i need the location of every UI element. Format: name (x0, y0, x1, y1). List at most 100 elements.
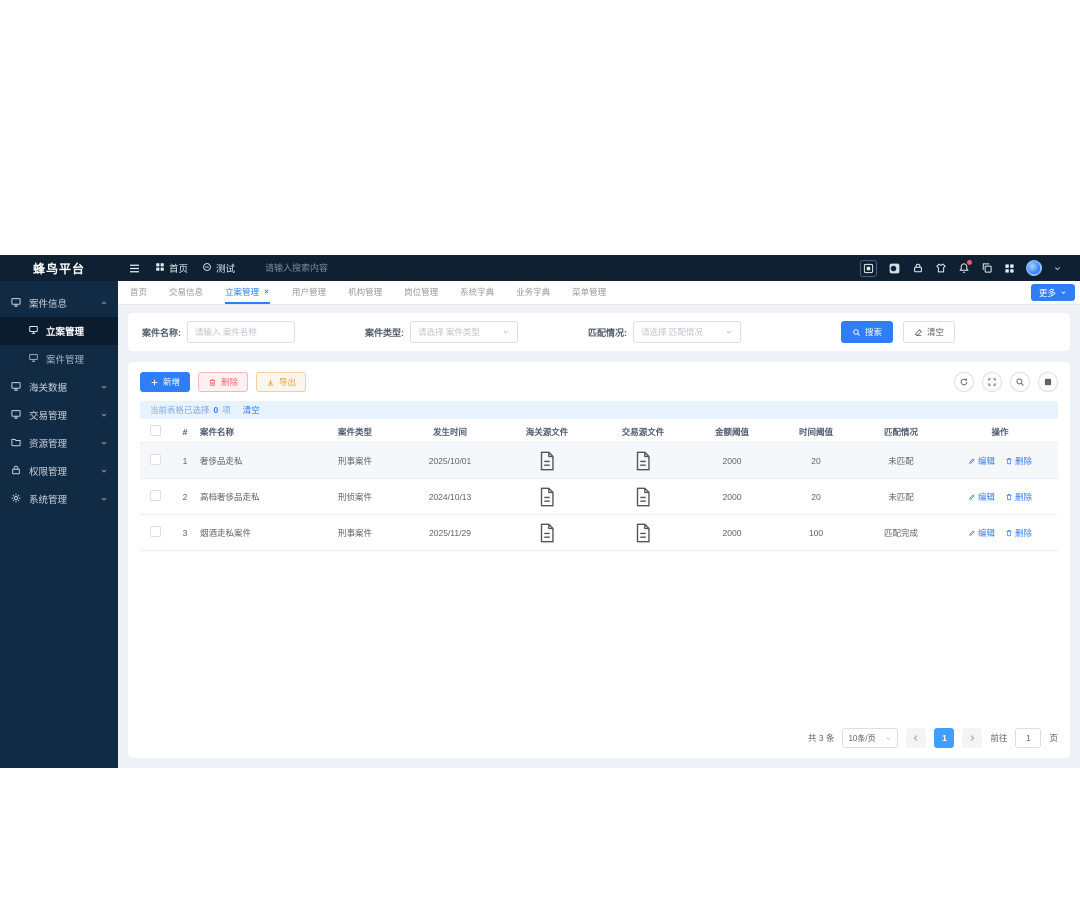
lock-icon[interactable] (912, 262, 924, 274)
customs-file-icon[interactable] (498, 522, 596, 544)
screenshot-canvas: 蜂鸟平台 首页 测试 请输入搜索内容 案件信息 立案管理 案件管理 海关数据 交… (0, 0, 1080, 919)
search-button[interactable]: 搜索 (841, 321, 894, 343)
sidebar-item-label: 系统管理 (29, 495, 68, 506)
customs-file-icon[interactable] (498, 486, 596, 508)
skin-icon[interactable] (935, 262, 947, 274)
sidebar-item-case-info[interactable]: 案件信息 (0, 289, 118, 317)
sidebar-item-label: 案件信息 (29, 299, 68, 310)
delete-link[interactable]: 删除 (1005, 455, 1032, 467)
sidebar-item-filing-management[interactable]: 立案管理 (0, 317, 118, 345)
nav-item-test[interactable]: 测试 (202, 261, 235, 275)
tab-org-management[interactable]: 机构管理 (348, 281, 382, 304)
tabs-more-button[interactable]: 更多 (1030, 284, 1075, 301)
case-name-input[interactable] (195, 327, 287, 337)
tab-home[interactable]: 首页 (130, 281, 147, 304)
close-icon[interactable] (263, 287, 270, 297)
case-name-cell: 高档奢侈品走私 (200, 491, 260, 502)
selection-clear-link[interactable]: 清空 (243, 404, 260, 416)
trade-file-icon[interactable] (596, 486, 690, 508)
sidebar-item-transaction-management[interactable]: 交易管理 (0, 401, 118, 429)
add-button[interactable]: 新增 (140, 372, 191, 392)
match-status-select[interactable]: 请选择 匹配情况 (633, 321, 741, 343)
nav-item-home[interactable]: 首页 (155, 261, 188, 275)
chevron-down-icon[interactable] (1053, 264, 1062, 273)
goto-unit: 页 (1049, 733, 1058, 743)
tab-user-management[interactable]: 用户管理 (292, 281, 326, 304)
trade-file-icon[interactable] (596, 450, 690, 472)
sidebar-item-case-management[interactable]: 案件管理 (0, 345, 118, 373)
fullscreen-icon[interactable] (860, 259, 877, 277)
tab-business-dict[interactable]: 业务字典 (516, 281, 550, 304)
case-type-select[interactable]: 请选择 案件类型 (410, 321, 518, 343)
sidebar-item-resource-management[interactable]: 资源管理 (0, 429, 118, 457)
search-icon[interactable] (1010, 372, 1030, 392)
filter-panel: 案件名称: 案件类型: 请选择 案件类型 匹配情况: 请选择 匹配情况 (128, 313, 1070, 351)
delete-button[interactable]: 删除 (198, 372, 249, 392)
row-checkbox[interactable] (149, 490, 161, 501)
goto-label: 前往 (990, 733, 1008, 743)
sidebar: 案件信息 立案管理 案件管理 海关数据 交易管理 资源管理 权限管理 系统管理 (0, 281, 118, 768)
case-name-cell: 奢侈品走私 (200, 455, 243, 466)
monitor-icon (28, 324, 39, 338)
trash-icon (1006, 493, 1012, 500)
sidebar-item-label: 资源管理 (29, 439, 68, 450)
goto-page-input[interactable] (1015, 728, 1042, 748)
user-avatar[interactable] (1026, 260, 1042, 276)
tab-transaction-info[interactable]: 交易信息 (169, 281, 203, 304)
main-area: 首页 交易信息 立案管理 用户管理 机构管理 岗位管理 系统字典 业务字典 菜单… (118, 281, 1080, 768)
refresh-icon[interactable] (954, 372, 974, 392)
sidebar-item-customs-data[interactable]: 海关数据 (0, 373, 118, 401)
data-table: # 案件名称 案件类型 发生时间 海关源文件 交易源文件 金额阈值 时间阈值 匹… (140, 421, 1058, 720)
trade-file-icon[interactable] (596, 522, 690, 544)
row-checkbox[interactable] (149, 526, 161, 537)
copy-icon[interactable] (981, 262, 993, 274)
col-trade-file: 交易源文件 (621, 426, 665, 437)
notification-bell-icon[interactable] (958, 260, 972, 274)
clear-button[interactable]: 清空 (903, 321, 956, 343)
edit-link[interactable]: 编辑 (968, 527, 995, 539)
select-all-checkbox[interactable] (149, 425, 161, 436)
tab-menu-management[interactable]: 菜单管理 (572, 281, 606, 304)
chevron-down-icon (100, 439, 108, 447)
col-match-status: 匹配情况 (883, 426, 918, 437)
eraser-icon (914, 328, 922, 336)
grid-icon (155, 262, 165, 275)
app-logo: 蜂鸟平台 (32, 261, 85, 276)
chevron-down-icon (503, 330, 509, 334)
row-checkbox[interactable] (149, 454, 161, 465)
tab-filing-management[interactable]: 立案管理 (225, 281, 271, 304)
prev-page-button[interactable] (906, 728, 927, 748)
case-name-input-wrap (187, 321, 295, 343)
column-settings-icon[interactable] (1038, 372, 1058, 392)
edit-link[interactable]: 编辑 (968, 491, 995, 503)
monitor-icon (10, 296, 22, 311)
match-status-cell: 未匹配 (888, 455, 914, 466)
delete-link[interactable]: 删除 (1005, 491, 1032, 503)
col-actions: 操作 (991, 426, 1009, 437)
theme-toggle-icon[interactable] (888, 262, 901, 275)
col-case-type: 案件类型 (337, 426, 372, 437)
page-number-current[interactable]: 1 (934, 728, 955, 748)
customs-file-icon[interactable] (498, 450, 596, 472)
nav-test-label: 测试 (216, 264, 236, 275)
tab-position-management[interactable]: 岗位管理 (404, 281, 438, 304)
edit-link[interactable]: 编辑 (968, 455, 995, 467)
page-size-select[interactable]: 10条/页 (842, 728, 899, 748)
tab-system-dict[interactable]: 系统字典 (460, 281, 494, 304)
selection-prefix: 当前表格已选择 (150, 405, 210, 415)
sidebar-item-permission-management[interactable]: 权限管理 (0, 457, 118, 485)
hamburger-menu-icon[interactable] (128, 262, 141, 275)
delete-link[interactable]: 删除 (1005, 527, 1032, 539)
maximize-icon[interactable] (982, 372, 1002, 392)
header-main: 首页 测试 (118, 255, 1080, 281)
pencil-icon (969, 530, 975, 536)
header-search-input[interactable] (265, 263, 386, 273)
next-page-button[interactable] (962, 728, 983, 748)
nav-home-label: 首页 (169, 264, 189, 275)
sidebar-item-label: 案件管理 (46, 355, 85, 366)
folder-icon (10, 436, 22, 451)
sidebar-item-system-management[interactable]: 系统管理 (0, 485, 118, 513)
plus-icon (151, 379, 158, 385)
export-button[interactable]: 导出 (256, 372, 307, 392)
apps-grid-icon[interactable] (1004, 263, 1015, 274)
